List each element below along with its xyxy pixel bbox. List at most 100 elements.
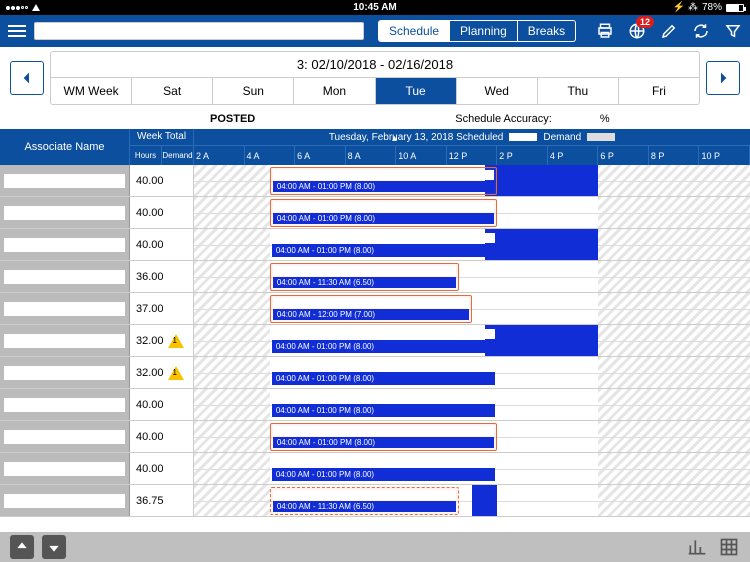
warning-icon[interactable] <box>168 366 184 380</box>
shift-bar[interactable]: 04:00 AM - 01:00 PM (8.00) <box>270 231 497 259</box>
hour-tick: 8 A <box>346 146 397 165</box>
table-row[interactable]: 36.00 04:00 AM - 11:30 AM (6.50) <box>0 261 750 293</box>
timeline-cell[interactable]: 04:00 AM - 01:00 PM (8.00) <box>194 325 750 356</box>
associate-name-cell <box>0 229 130 260</box>
tab-breaks[interactable]: Breaks <box>518 21 575 41</box>
battery-pct: 78% <box>702 2 722 13</box>
day-title: Tuesday, February 13, 2018 Scheduled <box>329 132 504 143</box>
shift-bar[interactable]: 04:00 AM - 01:00 PM (8.00) <box>270 359 497 387</box>
print-icon[interactable] <box>596 22 614 40</box>
timeline-cell[interactable]: 04:00 AM - 01:00 PM (8.00) <box>194 229 750 260</box>
move-down-button[interactable] <box>42 535 66 559</box>
status-bar: 10:45 AM ⚡ ⁂ 78% <box>0 0 750 15</box>
week-hours-cell: 32.00 <box>130 357 194 388</box>
day-mon[interactable]: Mon <box>294 78 375 104</box>
week-hours-cell: 40.00 <box>130 229 194 260</box>
date-range[interactable]: 3: 02/10/2018 - 02/16/2018 <box>51 52 699 78</box>
bar-chart-icon[interactable] <box>686 536 708 558</box>
table-row[interactable]: 40.0004:00 AM - 01:00 PM (8.00) <box>0 389 750 421</box>
table-row[interactable]: 36.75 04:00 AM - 11:30 AM (6.50) <box>0 485 750 517</box>
sync-icon[interactable] <box>692 22 710 40</box>
shift-bar[interactable]: 04:00 AM - 01:00 PM (8.00) <box>270 455 497 483</box>
status-row: POSTED Schedule Accuracy: % <box>0 109 750 129</box>
hour-tick: 2 A <box>194 146 245 165</box>
hour-tick: 10 P <box>699 146 750 165</box>
timeline-cell[interactable]: 04:00 AM - 01:00 PM (8.00) <box>194 197 750 228</box>
shift-label: 04:00 AM - 01:00 PM (8.00) <box>272 404 495 417</box>
schedule-header: Associate Name Week Total HoursDemand ▴ … <box>0 129 750 165</box>
table-row[interactable]: 32.00 04:00 AM - 01:00 PM (8.00) <box>0 357 750 389</box>
bluetooth-icon: ⚡ ⁂ <box>673 2 698 13</box>
shift-bar[interactable]: 04:00 AM - 11:30 AM (6.50) <box>270 487 460 515</box>
day-wed[interactable]: Wed <box>457 78 538 104</box>
table-row[interactable]: 40.00 04:00 AM - 01:00 PM (8.00) <box>0 229 750 261</box>
table-row[interactable]: 40.0004:00 AM - 01:00 PM (8.00) <box>0 453 750 485</box>
wifi-icon <box>32 4 40 11</box>
day-fri[interactable]: Fri <box>619 78 699 104</box>
day-sat[interactable]: Sat <box>132 78 213 104</box>
week-hours-cell: 36.75 <box>130 485 194 516</box>
status-time: 10:45 AM <box>353 2 397 13</box>
shift-label: 04:00 AM - 11:30 AM (6.50) <box>273 501 457 512</box>
col-associate: Associate Name <box>0 129 130 165</box>
timeline-cell[interactable]: 04:00 AM - 11:30 AM (6.50) <box>194 485 750 516</box>
next-week-button[interactable] <box>706 61 740 95</box>
table-icon[interactable] <box>718 536 740 558</box>
table-row[interactable]: 37.00 04:00 AM - 12:00 PM (7.00) <box>0 293 750 325</box>
timeline-cell[interactable]: 04:00 AM - 01:00 PM (8.00) <box>194 389 750 420</box>
accuracy-label: Schedule Accuracy: <box>455 113 552 125</box>
table-row[interactable]: 40.00 04:00 AM - 01:00 PM (8.00) <box>0 421 750 453</box>
tab-schedule[interactable]: Schedule <box>379 21 450 41</box>
associate-name-cell <box>0 485 130 516</box>
warning-icon[interactable] <box>168 334 184 348</box>
shift-label: 04:00 AM - 01:00 PM (8.00) <box>272 372 495 385</box>
table-row[interactable]: 32.00 04:00 AM - 01:00 PM (8.00) <box>0 325 750 357</box>
hour-tick: 8 P <box>649 146 700 165</box>
table-row[interactable]: 40.0004:00 AM - 01:00 PM (8.00) <box>0 165 750 197</box>
schedule-grid[interactable]: 40.00 04:00 AM - 01:00 PM (8.00) 40.00 04:0… <box>0 165 750 533</box>
day-tue[interactable]: Tue <box>376 78 457 104</box>
sort-icon[interactable]: ▴ <box>392 133 397 144</box>
view-tabs: Schedule Planning Breaks <box>378 20 576 42</box>
shift-label: 04:00 AM - 01:00 PM (8.00) <box>272 468 495 481</box>
demand-band <box>485 229 599 260</box>
day-wm-week[interactable]: WM Week <box>51 78 132 104</box>
week-hours-cell: 36.00 <box>130 261 194 292</box>
timeline-cell[interactable]: 04:00 AM - 01:00 PM (8.00) <box>194 165 750 196</box>
move-up-button[interactable] <box>10 535 34 559</box>
day-sun[interactable]: Sun <box>213 78 294 104</box>
week-hours-cell: 37.00 <box>130 293 194 324</box>
day-thu[interactable]: Thu <box>538 78 619 104</box>
shift-label: 04:00 AM - 01:00 PM (8.00) <box>272 340 495 353</box>
demand-band <box>485 325 599 356</box>
search-input[interactable] <box>34 22 364 40</box>
menu-icon[interactable] <box>8 25 26 37</box>
timeline-cell[interactable]: 04:00 AM - 12:00 PM (7.00) <box>194 293 750 324</box>
prev-week-button[interactable] <box>10 61 44 95</box>
timeline-cell[interactable]: 04:00 AM - 01:00 PM (8.00) <box>194 357 750 388</box>
pencil-icon[interactable] <box>660 22 678 40</box>
globe-icon[interactable]: 12 <box>628 22 646 40</box>
date-navigator: 3: 02/10/2018 - 02/16/2018 WM WeekSatSun… <box>0 47 750 109</box>
shift-label: 04:00 AM - 11:30 AM (6.50) <box>273 277 457 288</box>
shift-bar[interactable]: 04:00 AM - 11:30 AM (6.50) <box>270 263 460 291</box>
week-hours-cell: 40.00 <box>130 421 194 452</box>
week-hours-cell: 32.00 <box>130 325 194 356</box>
shift-bar[interactable]: 04:00 AM - 12:00 PM (7.00) <box>270 295 472 323</box>
table-row[interactable]: 40.0004:00 AM - 01:00 PM (8.00) <box>0 197 750 229</box>
shift-bar[interactable]: 04:00 AM - 01:00 PM (8.00) <box>270 167 497 195</box>
shift-bar[interactable]: 04:00 AM - 01:00 PM (8.00) <box>270 391 497 419</box>
hour-tick: 4 A <box>245 146 296 165</box>
timeline-cell[interactable]: 04:00 AM - 11:30 AM (6.50) <box>194 261 750 292</box>
filter-icon[interactable] <box>724 22 742 40</box>
shift-bar[interactable]: 04:00 AM - 01:00 PM (8.00) <box>270 327 497 355</box>
timeline-cell[interactable]: 04:00 AM - 01:00 PM (8.00) <box>194 453 750 484</box>
hour-tick: 12 P <box>447 146 498 165</box>
shift-label: 04:00 AM - 01:00 PM (8.00) <box>273 437 494 448</box>
col-week-total: Week Total <box>130 129 193 145</box>
tab-planning[interactable]: Planning <box>450 21 518 41</box>
timeline-cell[interactable]: 04:00 AM - 01:00 PM (8.00) <box>194 421 750 452</box>
shift-bar[interactable]: 04:00 AM - 01:00 PM (8.00) <box>270 199 497 227</box>
shift-bar[interactable]: 04:00 AM - 01:00 PM (8.00) <box>270 423 497 451</box>
associate-name-cell <box>0 325 130 356</box>
